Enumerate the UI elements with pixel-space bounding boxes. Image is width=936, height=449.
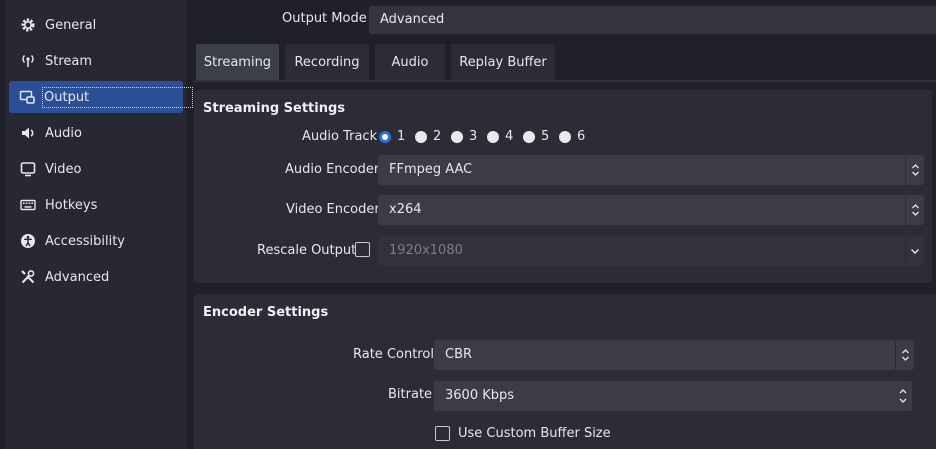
sidebar-item-label: Accessibility — [45, 233, 125, 249]
audio-track-radio-6[interactable]: 6 — [559, 129, 585, 144]
accessibility-icon — [19, 232, 37, 250]
sidebar-item-label: Audio — [45, 125, 82, 141]
radio-indicator — [559, 130, 571, 143]
spin-arrows-icon[interactable] — [893, 381, 912, 411]
audio-track-radio-3[interactable]: 3 — [451, 129, 477, 144]
tab-recording[interactable]: Recording — [285, 44, 369, 80]
audio-encoder-select[interactable]: FFmpeg AAC — [378, 155, 924, 185]
settings-sidebar: General Stream Output Audio Video Hotkey… — [5, 0, 194, 449]
monitor-icon — [19, 160, 37, 178]
sidebar-item-label: Video — [45, 161, 82, 177]
radio-indicator — [487, 130, 499, 143]
rescale-output-checkbox[interactable] — [355, 242, 370, 257]
radio-indicator — [523, 130, 535, 143]
audio-track-radio-5[interactable]: 5 — [523, 129, 549, 144]
rescale-output-label: Rescale Output — [257, 243, 357, 258]
output-mode-value: Advanced — [380, 12, 445, 27]
sidebar-item-audio[interactable]: Audio — [9, 117, 183, 149]
radio-indicator — [451, 130, 463, 143]
sidebar-item-general[interactable]: General — [9, 9, 183, 41]
tab-label: Streaming — [203, 54, 272, 70]
streaming-settings-title: Streaming Settings — [203, 101, 346, 116]
sidebar-item-label: Advanced — [45, 269, 110, 285]
radio-indicator — [379, 130, 391, 143]
broadcast-icon — [19, 52, 37, 70]
audio-track-radio-1[interactable]: 1 — [379, 129, 405, 144]
rate-control-select[interactable]: CBR — [434, 340, 914, 370]
radio-label: 5 — [541, 129, 550, 144]
tab-bar-divider — [193, 80, 936, 82]
updown-arrows-icon — [905, 195, 924, 225]
output-mode-select[interactable]: Advanced — [369, 6, 936, 34]
sidebar-item-accessibility[interactable]: Accessibility — [9, 225, 183, 257]
chevron-down-icon — [905, 236, 924, 266]
rate-control-value: CBR — [445, 347, 473, 362]
tab-label: Replay Buffer — [459, 54, 547, 70]
bitrate-label: Bitrate — [388, 387, 433, 402]
radio-label: 6 — [577, 129, 586, 144]
keyboard-icon — [19, 196, 37, 214]
video-encoder-label: Video Encoder — [286, 202, 380, 217]
sidebar-item-output[interactable]: Output — [9, 81, 194, 113]
custom-buffer-label: Use Custom Buffer Size — [458, 426, 611, 441]
tab-audio[interactable]: Audio — [375, 44, 445, 80]
tools-icon — [19, 268, 37, 286]
gear-icon — [19, 16, 37, 34]
tab-replay-buffer[interactable]: Replay Buffer — [451, 44, 555, 80]
tab-streaming[interactable]: Streaming — [196, 44, 279, 80]
audio-encoder-value: FFmpeg AAC — [389, 162, 473, 177]
updown-arrows-icon — [905, 155, 924, 185]
sidebar-item-label: Stream — [45, 53, 93, 69]
speaker-icon — [19, 124, 37, 142]
output-icon — [19, 88, 35, 106]
sidebar-item-stream[interactable]: Stream — [9, 45, 183, 77]
radio-label: 4 — [505, 129, 514, 144]
sidebar-item-label: Hotkeys — [45, 197, 98, 213]
sidebar-item-label: General — [45, 17, 97, 33]
encoder-settings-title: Encoder Settings — [203, 305, 329, 320]
bitrate-spinbox[interactable]: 3600 Kbps — [434, 381, 912, 411]
tab-label: Audio — [391, 54, 429, 70]
audio-encoder-label: Audio Encoder — [285, 162, 380, 177]
bitrate-value: 3600 Kbps — [445, 388, 515, 403]
radio-label: 2 — [433, 129, 442, 144]
audio-track-label: Audio Track — [302, 129, 378, 144]
audio-track-radio-2[interactable]: 2 — [415, 129, 441, 144]
rescale-output-value: 1920x1080 — [389, 243, 463, 258]
radio-indicator — [415, 130, 427, 143]
sidebar-item-advanced[interactable]: Advanced — [9, 261, 183, 293]
audio-track-radio-4[interactable]: 4 — [487, 129, 513, 144]
sidebar-item-hotkeys[interactable]: Hotkeys — [9, 189, 183, 221]
radio-label: 3 — [469, 129, 478, 144]
video-encoder-value: x264 — [389, 202, 422, 217]
video-encoder-select[interactable]: x264 — [378, 195, 924, 225]
radio-label: 1 — [397, 129, 406, 144]
rescale-output-select: 1920x1080 — [378, 236, 924, 266]
output-mode-label: Output Mode — [282, 11, 367, 26]
rate-control-label: Rate Control — [353, 347, 434, 362]
updown-arrows-icon — [895, 340, 914, 370]
sidebar-item-video[interactable]: Video — [9, 153, 183, 185]
tab-label: Recording — [294, 54, 360, 70]
sidebar-item-label: Output — [41, 86, 194, 108]
custom-buffer-checkbox[interactable] — [435, 426, 450, 441]
